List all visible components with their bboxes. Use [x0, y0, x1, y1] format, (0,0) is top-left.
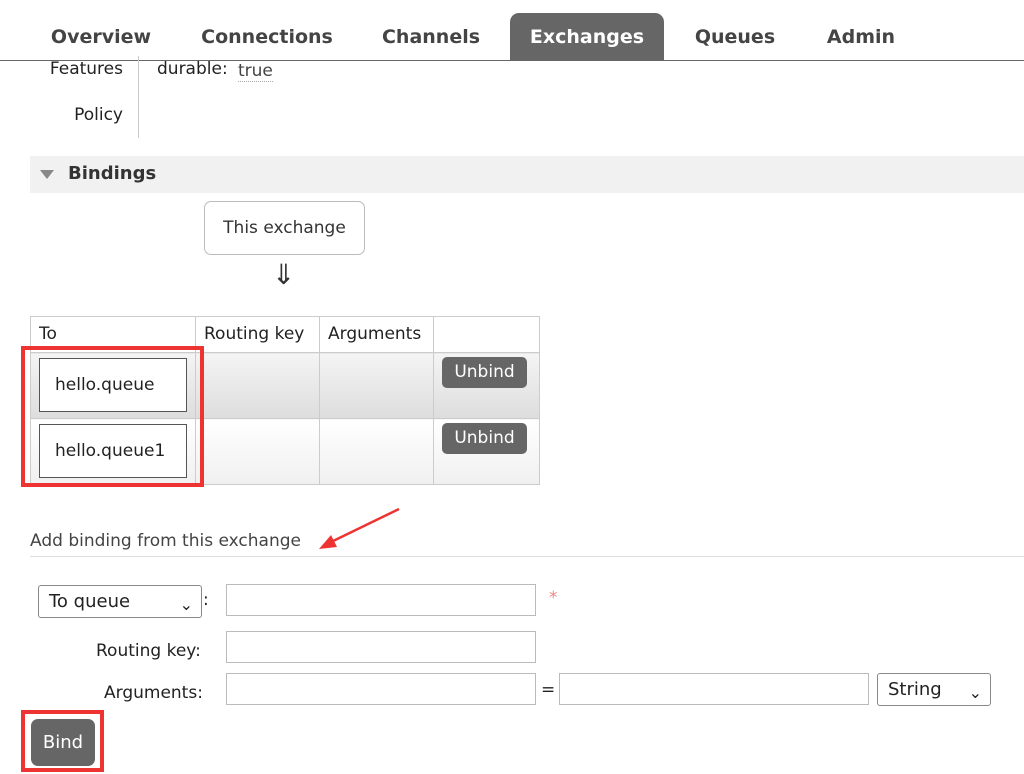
destination-colon: : [203, 590, 209, 610]
tab-connections[interactable]: Connections [186, 13, 348, 60]
column-header-arguments: Arguments [319, 316, 434, 353]
routing-key-cell [195, 352, 320, 419]
top-navigation: Overview Connections Channels Exchanges … [0, 0, 1024, 61]
routing-key-input[interactable] [226, 631, 536, 663]
feature-durable-key: durable: [157, 59, 228, 79]
down-arrow-icon: ⇓ [272, 258, 296, 291]
equals-sign: = [541, 680, 556, 700]
bindings-section-header[interactable]: Bindings [30, 156, 1024, 193]
argument-key-input[interactable] [226, 673, 536, 705]
actions-cell: Unbind [433, 352, 540, 419]
tab-queues[interactable]: Queues [680, 13, 790, 60]
tab-channels[interactable]: Channels [366, 13, 496, 60]
chevron-down-icon: ⌄ [968, 683, 982, 702]
arguments-label: Arguments: [104, 683, 203, 703]
collapse-triangle-icon[interactable] [40, 170, 54, 179]
argument-type-value: String [888, 679, 942, 700]
arguments-cell [319, 352, 434, 419]
annotation-arrow-icon [319, 507, 400, 549]
destination-type-value: To queue [49, 591, 131, 612]
argument-type-select[interactable]: String ⌄ [877, 673, 991, 706]
destination-name-input[interactable] [226, 584, 536, 616]
this-exchange-box: This exchange [204, 201, 365, 255]
chevron-down-icon: ⌄ [179, 595, 193, 614]
features-label: Features [49, 59, 123, 79]
unbind-button[interactable]: Unbind [442, 357, 527, 388]
tab-exchanges[interactable]: Exchanges [510, 13, 664, 60]
add-binding-divider [30, 556, 1024, 557]
routing-key-label: Routing key: [96, 641, 201, 661]
details-divider [138, 56, 139, 138]
argument-value-input[interactable] [559, 673, 869, 705]
column-header-actions [433, 316, 540, 353]
required-mark: * [549, 588, 558, 608]
destination-type-select[interactable]: To queue ⌄ [38, 585, 202, 618]
tab-overview[interactable]: Overview [34, 13, 168, 60]
tab-admin[interactable]: Admin [810, 13, 912, 60]
unbind-button[interactable]: Unbind [442, 423, 527, 454]
policy-label: Policy [74, 105, 123, 125]
bindings-title: Bindings [68, 163, 157, 184]
feature-durable-value: true [238, 61, 273, 82]
highlight-box-queues [21, 346, 204, 487]
column-header-routing-key: Routing key [195, 316, 320, 353]
bind-button[interactable]: Bind [31, 719, 95, 766]
exchange-details: Features Policy durable: true [0, 56, 1024, 140]
routing-key-cell [195, 418, 320, 485]
actions-cell: Unbind [433, 418, 540, 485]
arguments-cell [319, 418, 434, 485]
add-binding-title: Add binding from this exchange [30, 531, 301, 551]
